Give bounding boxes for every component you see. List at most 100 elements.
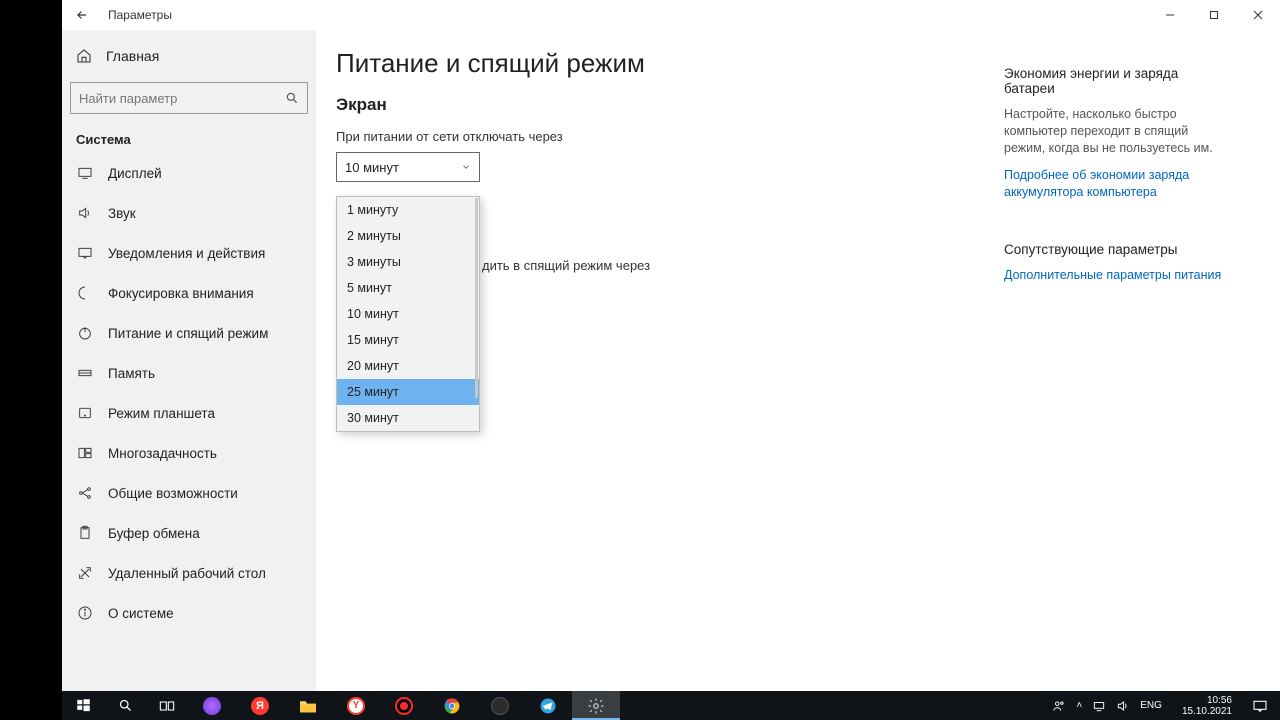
dropdown-list: 1 минуту2 минуты3 минуты5 минут10 минут1… (337, 197, 479, 431)
dropdown-option[interactable]: 2 минуты (337, 223, 479, 249)
search-input[interactable] (79, 91, 285, 106)
rp-link-power-options[interactable]: Дополнительные параметры питания (1004, 267, 1228, 284)
settings-window: Параметры Главная Система Дисплей Звук Уве… (62, 0, 1280, 691)
search-wrap (62, 76, 316, 124)
sidebar-item-focus[interactable]: Фокусировка внимания (62, 273, 316, 313)
sidebar-item-clipboard[interactable]: Буфер обмена (62, 513, 316, 553)
sidebar-item-label: Общие возможности (108, 486, 238, 501)
tray-chevron-up-icon[interactable]: ˄ (1076, 700, 1082, 711)
main-area: Питание и спящий режим Экран При питании… (316, 30, 1280, 691)
taskbar-app-record[interactable] (380, 691, 428, 720)
close-button[interactable] (1236, 0, 1280, 30)
search-icon (285, 91, 299, 105)
taskbar-app-telegram[interactable] (524, 691, 572, 720)
dropdown-option[interactable]: 3 минуты (337, 249, 479, 275)
letterbox (0, 0, 62, 720)
right-panel: Экономия энергии и заряда батареи Настро… (996, 48, 1256, 691)
taskbar-app-1[interactable] (188, 691, 236, 720)
action-center-button[interactable] (1244, 691, 1276, 720)
nav-list: Дисплей Звук Уведомления и действия Фокусир… (62, 153, 316, 633)
dropdown-option[interactable]: 1 минуту (337, 197, 479, 223)
taskbar-app-yandex[interactable]: Я (236, 691, 284, 720)
volume-icon (1116, 699, 1130, 713)
sidebar-item-about[interactable]: О системе (62, 593, 316, 633)
sidebar-item-label: О системе (108, 606, 174, 621)
content-row: Главная Система Дисплей Звук Уведомления и… (62, 30, 1280, 691)
sound-icon (76, 205, 94, 221)
taskbar: Я Y ˄ ENG 10:56 15.10.2021 (62, 691, 1280, 720)
sidebar-item-label: Многозадачность (108, 446, 217, 461)
shared-icon (76, 485, 94, 501)
sidebar-home[interactable]: Главная (62, 36, 316, 76)
home-icon (76, 48, 92, 64)
screen-off-value: 10 минут (345, 160, 399, 175)
about-icon (76, 605, 94, 621)
sidebar-item-shared[interactable]: Общие возможности (62, 473, 316, 513)
minimize-button[interactable] (1148, 0, 1192, 30)
app-icon-purple (203, 697, 221, 715)
taskbar-app-chrome[interactable] (428, 691, 476, 720)
taskbar-app-explorer[interactable] (284, 691, 332, 720)
taskbar-right: ˄ ENG 10:56 15.10.2021 (1044, 691, 1280, 720)
sidebar-item-label: Режим планшета (108, 406, 215, 421)
rp-block-related: Сопутствующие параметры Дополнительные п… (1004, 242, 1228, 284)
obs-icon (491, 697, 509, 715)
taskbar-app-obs[interactable] (476, 691, 524, 720)
sidebar-item-label: Удаленный рабочий стол (108, 566, 266, 581)
window-title: Параметры (108, 8, 172, 22)
remote-icon (76, 565, 94, 581)
taskbar-clock[interactable]: 10:56 15.10.2021 (1174, 695, 1240, 717)
sidebar-item-power[interactable]: Питание и спящий режим (62, 313, 316, 353)
sidebar-item-remote[interactable]: Удаленный рабочий стол (62, 553, 316, 593)
power-icon (76, 325, 94, 341)
tray-lang[interactable]: ENG (1140, 700, 1162, 711)
multitask-icon (76, 446, 94, 460)
network-icon (1092, 699, 1106, 713)
dropdown-option[interactable]: 25 минут (337, 379, 479, 405)
dropdown-option[interactable]: 15 минут (337, 327, 479, 353)
dropdown-option[interactable]: 20 минут (337, 353, 479, 379)
storage-icon (76, 367, 94, 379)
sidebar-item-sound[interactable]: Звук (62, 193, 316, 233)
sidebar-item-label: Дисплей (108, 166, 162, 181)
sidebar-item-display[interactable]: Дисплей (62, 153, 316, 193)
page-title: Питание и спящий режим (336, 48, 996, 79)
tablet-icon (76, 406, 94, 420)
screen-off-dropdown[interactable]: 10 минут (336, 152, 480, 182)
chrome-icon (443, 697, 461, 715)
telegram-icon (539, 697, 557, 715)
start-button[interactable] (62, 691, 104, 720)
search-box[interactable] (70, 82, 308, 114)
dropdown-option[interactable]: 30 минут (337, 405, 479, 431)
dropdown-scrollbar[interactable] (475, 198, 478, 398)
sidebar-item-label: Уведомления и действия (108, 246, 265, 261)
sidebar-item-tablet[interactable]: Режим планшета (62, 393, 316, 433)
sidebar-item-label: Фокусировка внимания (108, 286, 254, 301)
sidebar-item-notify[interactable]: Уведомления и действия (62, 233, 316, 273)
dropdown-option[interactable]: 5 минут (337, 275, 479, 301)
screen-off-label: При питании от сети отключать через (336, 129, 996, 144)
dropdown-popup[interactable]: 1 минуту2 минуты3 минуты5 минут10 минут1… (336, 196, 480, 432)
rp-link-battery[interactable]: Подробнее об экономии заряда аккумулятор… (1004, 167, 1228, 201)
back-button[interactable] (62, 8, 102, 22)
dropdown-option[interactable]: 10 минут (337, 301, 479, 327)
taskbar-time: 10:56 (1182, 695, 1232, 706)
sleep-label-partial: дить в спящий режим через (482, 258, 996, 273)
maximize-button[interactable] (1192, 0, 1236, 30)
task-view-button[interactable] (146, 691, 188, 720)
system-tray[interactable]: ˄ ENG (1044, 699, 1170, 713)
sidebar-item-label: Питание и спящий режим (108, 326, 268, 341)
sidebar-item-multitask[interactable]: Многозадачность (62, 433, 316, 473)
sidebar: Главная Система Дисплей Звук Уведомления и… (62, 30, 316, 691)
window-controls (1148, 0, 1280, 30)
sidebar-category: Система (62, 124, 316, 153)
sidebar-item-storage[interactable]: Память (62, 353, 316, 393)
focus-icon (76, 285, 94, 301)
taskbar-app-settings[interactable] (572, 691, 620, 720)
titlebar: Параметры (62, 0, 1280, 30)
taskbar-search[interactable] (104, 691, 146, 720)
taskbar-app-yandex-browser[interactable]: Y (332, 691, 380, 720)
people-icon (1052, 699, 1066, 713)
chevron-down-icon (461, 162, 471, 172)
gear-icon (587, 697, 605, 715)
